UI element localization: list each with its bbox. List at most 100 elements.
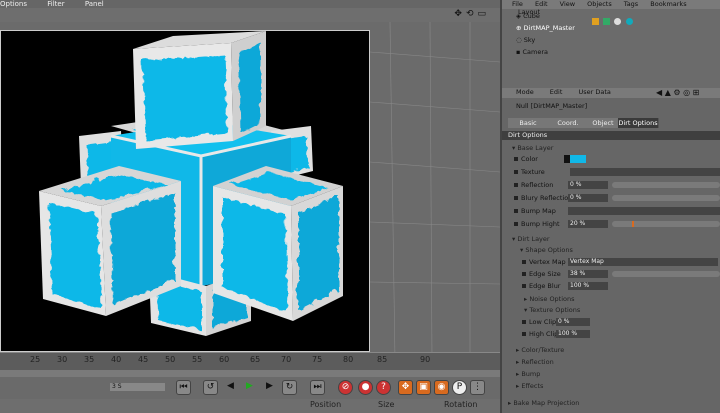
bake-map-projection-group[interactable]: ▸ Bake Map Projection [508,399,579,407]
timeline-tick: 40 [111,355,122,364]
group-label: Dirt Layer [517,235,550,243]
reflection-field[interactable]: 0 % [568,181,608,189]
timeline-ruler[interactable]: 25 30 35 40 45 50 55 60 65 70 75 80 85 9… [0,352,500,371]
reflection-prop: Reflection [514,181,553,190]
next-key-button[interactable]: ↻ [282,380,297,395]
frame-scrubber[interactable] [0,370,500,377]
bump-group[interactable]: ▸ Bump [516,370,540,378]
record-icon[interactable]: ⊘ [338,380,353,395]
object-name: Camera [522,48,548,56]
prev-key-button[interactable]: ↺ [203,380,218,395]
object-tags[interactable] [592,18,637,32]
tab-object[interactable]: Object [588,118,619,128]
vertex-map-field[interactable]: Vertex Map [568,258,718,266]
texture-field[interactable] [570,168,720,176]
goto-start-button[interactable]: ⏮ [176,380,191,395]
prop-label: Bump Map [521,207,556,215]
group-label: Shape Options [525,246,573,254]
bump-hight-field[interactable]: 20 % [568,220,608,228]
menu-objects[interactable]: Objects [587,0,612,8]
menu-edit[interactable]: Edit [550,88,563,96]
edge-blur-prop: Edge Blur [522,282,560,291]
object-row-camera[interactable]: ▪ Camera [516,48,548,56]
texture-tag-icon[interactable] [592,18,599,25]
menu-mode[interactable]: Mode [516,88,534,96]
low-clip-prop: Low Clip [522,318,556,327]
color-swatch[interactable] [570,155,586,163]
object-name: DirtMAP_Master [523,24,575,32]
material-tag-icon[interactable] [614,18,622,25]
attribute-title: Null [DirtMAP_Master] [516,102,588,110]
prop-label: Low Clip [529,318,557,326]
cube-left [39,166,181,316]
menu-bookmarks[interactable]: Bookmarks [650,0,686,8]
menu-tags[interactable]: Tags [624,0,638,8]
cube-cluster-render [39,31,343,336]
object-row-cube[interactable]: ◈ Cube [516,12,540,20]
blury-reflection-slider[interactable] [612,195,720,201]
edge-blur-field[interactable]: 100 % [568,282,608,290]
step-forward-button[interactable]: ▶ [262,380,277,395]
menu-file[interactable]: File [512,0,523,8]
color-texture-group[interactable]: ▸ Color/Texture [516,346,564,354]
step-back-button[interactable]: ◀ [223,380,238,395]
edge-size-field[interactable]: 38 % [568,270,608,278]
move-key-icon[interactable]: ✥ [398,380,413,395]
prop-label: High Clip [529,330,559,338]
rotate-key-icon[interactable]: ◉ [434,380,449,395]
phong-tag-icon[interactable] [603,18,611,25]
viewport-toolbar: ✥⟲▭ [0,8,500,22]
vertex-map-prop: Vertex Map [522,258,566,267]
menu-options[interactable]: Options [0,0,27,8]
grid-icon[interactable]: ⋮ [470,380,485,395]
null-icon: ⊕ [516,24,524,32]
prop-label: Color [521,155,538,163]
edge-size-slider[interactable] [612,271,720,277]
section-header: Dirt Options [502,131,720,140]
param-key-icon[interactable]: P [452,380,467,395]
dirt-layer-group[interactable]: ▾ Dirt Layer [512,235,550,243]
coordinate-manager: Position Size Rotation [0,399,500,413]
bump-hight-slider[interactable] [612,221,720,227]
object-row-dirtmap-master[interactable]: ⊕ DirtMAP_Master [516,24,575,32]
bump-map-field[interactable] [568,207,720,215]
timeline-tick: 70 [281,355,292,364]
prop-label: Blury Reflection [521,194,573,202]
low-clip-field[interactable]: 0 % [556,318,590,326]
object-manager-menu: File Edit View Objects Tags Bookmarks La… [502,0,720,16]
tab-coord[interactable]: Coord. [548,118,589,128]
group-label: Noise Options [529,295,575,303]
bump-map-prop: Bump Map [514,207,556,216]
reflection-group[interactable]: ▸ Reflection [516,358,554,366]
noise-options-group[interactable]: ▸ Noise Options [524,295,575,303]
base-layer-group[interactable]: ▾ Base Layer [512,144,553,152]
high-clip-field[interactable]: 100 % [556,330,590,338]
autokey-icon[interactable]: ● [358,380,373,395]
timeline-tick: 55 [192,355,203,364]
blury-reflection-field[interactable]: 0 % [568,194,608,202]
slider-knob[interactable] [632,221,634,227]
menu-user-data[interactable]: User Data [578,88,610,96]
scale-key-icon[interactable]: ▣ [416,380,431,395]
goto-end-button[interactable]: ⏭ [310,380,325,395]
reflection-slider[interactable] [612,182,720,188]
keyframe-icon[interactable]: ? [376,380,391,395]
menu-panel[interactable]: Panel [85,0,104,8]
nav-arrows-icon[interactable]: ◀ ▲ ⚙ ◎ ⊞ [656,88,699,97]
object-row-sky[interactable]: ◌ Sky [516,36,535,44]
menu-view[interactable]: View [560,0,575,8]
current-frame-field[interactable]: 3 S [110,383,165,391]
menu-edit[interactable]: Edit [535,0,548,8]
effects-group[interactable]: ▸ Effects [516,382,543,390]
texture-options-group[interactable]: ▾ Texture Options [524,306,580,314]
group-label: Color/Texture [521,346,565,354]
play-button[interactable]: ▶ [242,380,257,395]
material-tag-icon[interactable] [625,18,633,25]
prop-label: Reflection [521,181,554,189]
menu-filter[interactable]: Filter [47,0,64,8]
prop-label: Edge Size [529,270,561,278]
shape-options-group[interactable]: ▾ Shape Options [520,246,573,254]
tab-dirt-options[interactable]: Dirt Options [618,118,659,128]
viewport-nav-icons[interactable]: ✥⟲▭ [454,9,490,19]
tab-basic[interactable]: Basic [508,118,549,128]
